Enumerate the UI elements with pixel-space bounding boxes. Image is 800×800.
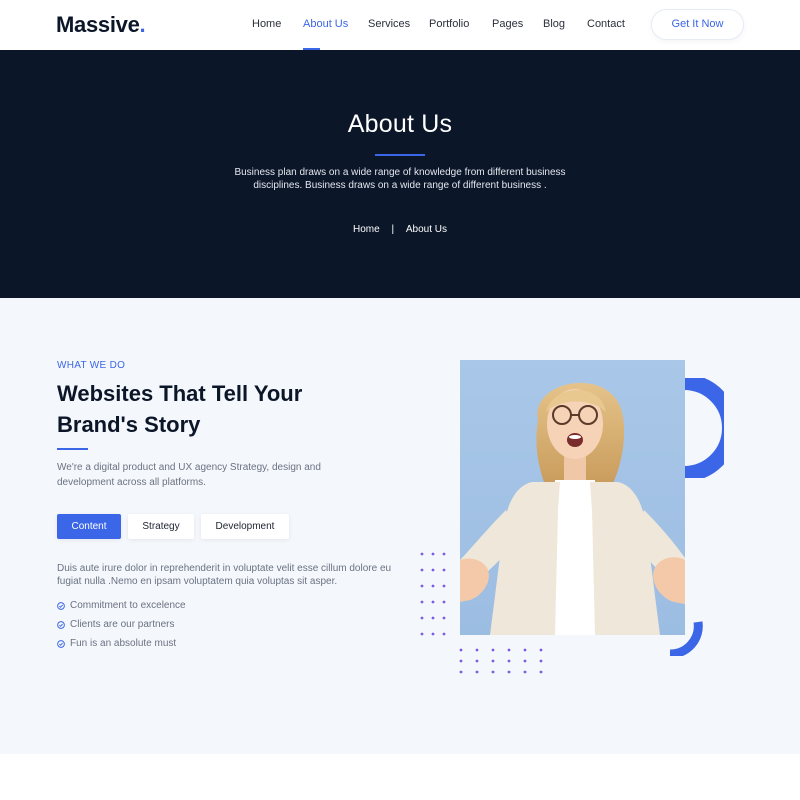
checklist-label: Fun is an absolute must [70, 638, 177, 649]
hero-description: Business plan draws on a wide range of k… [234, 167, 566, 191]
section-eyebrow: WHAT WE DO [57, 360, 126, 371]
breadcrumb-current: About Us [405, 224, 447, 235]
breadcrumb-home[interactable]: Home [353, 224, 380, 235]
nav-blog[interactable]: Blog [543, 0, 565, 50]
title-divider [375, 154, 425, 156]
check-circle-icon [57, 602, 65, 610]
tab-panel-text: Duis aute irure dolor in reprehenderit i… [57, 563, 392, 587]
tab-content[interactable]: Content [57, 514, 121, 539]
tab-strategy[interactable]: Strategy [128, 514, 194, 539]
page-hero: About Us Business plan draws on a wide r… [0, 50, 800, 298]
what-we-do-section: WHAT WE DO Websites That Tell Your Brand… [0, 298, 800, 754]
nav-portfolio[interactable]: Portfolio [429, 0, 469, 50]
brand-logo[interactable]: Massive. [56, 12, 146, 38]
team-member-photo [460, 360, 685, 635]
nav-pages[interactable]: Pages [492, 0, 523, 50]
checklist-label: Clients are our partners [70, 619, 175, 630]
site-header: Massive. Home About Us Services Portfoli… [0, 0, 800, 50]
breadcrumb-separator: | [391, 224, 395, 235]
get-it-now-button[interactable]: Get It Now [651, 9, 744, 40]
dot-pattern-bottom [459, 648, 543, 674]
section-headline: Websites That Tell Your Brand's Story [57, 381, 303, 437]
tab-development[interactable]: Development [201, 514, 289, 539]
checklist-label: Commitment to excelence [70, 600, 186, 611]
dot-pattern-left [420, 552, 446, 636]
check-circle-icon [57, 640, 65, 648]
nav-home[interactable]: Home [252, 0, 281, 50]
section-intro: We're a digital product and UX agency St… [57, 462, 321, 488]
nav-about-us[interactable]: About Us [303, 0, 348, 50]
nav-contact[interactable]: Contact [587, 0, 625, 50]
headline-divider [57, 448, 88, 450]
check-circle-icon [57, 621, 65, 629]
breadcrumb: Home | About Us [0, 224, 800, 235]
nav-services[interactable]: Services [368, 0, 410, 50]
page-title: About Us [347, 110, 453, 138]
